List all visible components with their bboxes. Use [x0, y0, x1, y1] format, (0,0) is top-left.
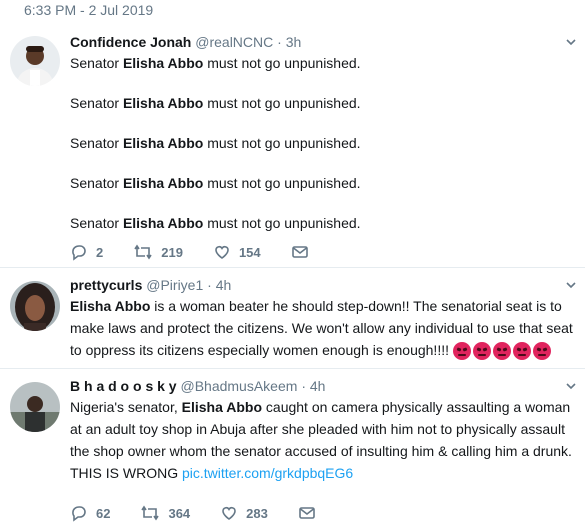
tweet-content: Confidence Jonah @realNCNC · 3h Senator …	[70, 32, 577, 234]
separator-dot: ·	[277, 34, 282, 50]
angry-face-emoji	[512, 342, 531, 361]
separator-dot: ·	[301, 378, 306, 394]
tweet-header: B h a d o o s k y @BhadmusAkeem · 4h	[70, 376, 577, 396]
tweet-content: prettycurls @Piriye1 · 4h Elisha Abbo is…	[70, 275, 577, 361]
retweet-count: 219	[161, 244, 183, 260]
tweet-line: Senator Elisha Abbo must not go unpunish…	[70, 55, 361, 71]
tweet-age[interactable]: 4h	[310, 378, 326, 394]
message-icon	[299, 507, 315, 519]
emoji-row	[452, 342, 551, 361]
tweet-header: prettycurls @Piriye1 · 4h	[70, 275, 577, 295]
tweet-bhadoosky[interactable]: B h a d o o s k y @BhadmusAkeem · 4h Nig…	[0, 370, 585, 526]
tweet-confidence-jonah[interactable]: Confidence Jonah @realNCNC · 3h Senator …	[0, 26, 585, 268]
tweet-header: Confidence Jonah @realNCNC · 3h	[70, 32, 577, 52]
like-icon	[215, 246, 229, 259]
tweet-body: Elisha Abbo is a woman beater he should …	[70, 295, 577, 361]
retweet-icon	[134, 244, 152, 260]
like-button[interactable]: 154	[213, 243, 261, 261]
tweet-prettycurls[interactable]: prettycurls @Piriye1 · 4h Elisha Abbo is…	[0, 269, 585, 369]
retweet-count: 364	[168, 505, 191, 521]
tweet-body: Nigeria's senator, Elisha Abbo caught on…	[70, 396, 577, 484]
mention-bold: Elisha Abbo	[181, 399, 263, 415]
message-button[interactable]	[291, 243, 317, 261]
display-name[interactable]: prettycurls	[70, 277, 142, 293]
mention-bold: Elisha Abbo	[70, 298, 151, 314]
tweet-line: Senator Elisha Abbo must not go unpunish…	[70, 175, 361, 191]
tweet-content: B h a d o o s k y @BhadmusAkeem · 4h Nig…	[70, 376, 577, 484]
media-link[interactable]: pic.twitter.com/grkdpbqEG6	[182, 465, 353, 481]
avatar[interactable]	[10, 382, 60, 432]
avatar[interactable]	[10, 281, 60, 331]
tweet-body: Senator Elisha Abbo must not go unpunish…	[70, 52, 577, 234]
tweet-age[interactable]: 4h	[216, 277, 232, 293]
like-count: 154	[238, 244, 261, 260]
timestamp: 6:33 PM - 2 Jul 2019	[24, 2, 154, 18]
handle[interactable]: @realNCNC	[195, 34, 273, 50]
reply-count: 62	[96, 505, 111, 521]
angry-face-emoji	[492, 342, 511, 361]
tweet-text-prefix: Nigeria's senator,	[70, 399, 182, 415]
reply-icon	[72, 506, 86, 522]
handle[interactable]: @Piriye1	[146, 277, 203, 293]
message-button[interactable]	[298, 504, 324, 522]
reply-count: 2	[96, 244, 104, 260]
separator-dot: ·	[207, 277, 212, 293]
tweet-line: Senator Elisha Abbo must not go unpunish…	[70, 215, 361, 231]
retweet-button[interactable]: 364	[140, 504, 190, 522]
handle[interactable]: @BhadmusAkeem	[180, 378, 297, 394]
tweet-line: Senator Elisha Abbo must not go unpunish…	[70, 135, 361, 151]
tweet-actions: 2 219 154	[70, 240, 347, 264]
angry-face-emoji	[472, 342, 491, 361]
angry-face-emoji	[452, 342, 471, 361]
reply-button[interactable]: 62	[70, 504, 110, 522]
display-name[interactable]: Confidence Jonah	[70, 34, 191, 50]
message-icon	[291, 246, 308, 258]
tweet-actions: 62 364 283	[70, 501, 354, 525]
tweet-age[interactable]: 3h	[286, 34, 302, 50]
angry-face-emoji	[532, 342, 551, 361]
tweet-line: Senator Elisha Abbo must not go unpunish…	[70, 95, 361, 111]
avatar[interactable]	[10, 36, 60, 86]
like-icon	[222, 507, 236, 520]
retweet-icon	[141, 505, 160, 521]
like-button[interactable]: 283	[220, 504, 268, 522]
display-name[interactable]: B h a d o o s k y	[70, 378, 177, 394]
retweet-button[interactable]: 219	[133, 243, 183, 261]
like-count: 283	[246, 505, 268, 521]
timestamp-bar: 6:33 PM - 2 Jul 2019	[0, 0, 585, 22]
reply-button[interactable]: 2	[70, 243, 103, 261]
reply-icon	[72, 245, 86, 261]
